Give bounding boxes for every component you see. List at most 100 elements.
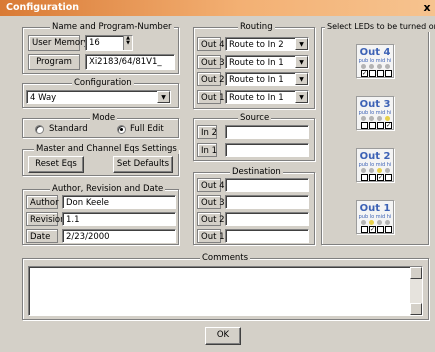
led-out4-title: Out 4 [359,47,391,58]
led-checkbox[interactable]: ✓ [369,226,376,233]
date-input[interactable]: 2/23/2000 [62,229,176,243]
led-dot [385,168,390,173]
chevron-down-icon[interactable]: ▼ [295,38,308,50]
led-out1-title: Out 1 [359,203,391,214]
led-checkbox[interactable] [385,70,392,77]
destination-out3-label: Out 3 [197,195,225,209]
led-out3-checks: ✓ [361,122,392,129]
mode-full-edit-radio[interactable] [117,125,126,134]
led-out2-dots [361,168,391,173]
user-memory-label: User Memory [28,35,89,51]
name-program-legend: Name and Program-Number [50,22,174,32]
routing-out3-value: Route to In 1 [229,58,284,68]
led-panel-out4: Out 4 pub lo mid hi ✓ [356,44,394,78]
comments-legend: Comments [200,253,251,263]
led-dot [361,64,366,69]
led-checkbox[interactable] [377,226,384,233]
source-in2-input[interactable] [225,125,309,139]
routing-legend: Routing [238,22,275,32]
routing-out3-select[interactable]: Route to In 1 ▼ [225,55,309,69]
scroll-down-icon[interactable] [410,303,422,315]
led-checkbox[interactable]: ✓ [361,70,368,77]
author-input[interactable]: Don Keele [62,195,176,209]
led-dot [377,220,382,225]
mode-standard-label[interactable]: Standard [49,124,88,135]
led-checkbox[interactable] [361,122,368,129]
reset-eqs-button[interactable]: Reset Eqs [28,156,84,173]
led-checkbox[interactable] [377,122,384,129]
configuration-value: 4 Way [30,93,57,103]
led-checkbox[interactable] [369,122,376,129]
destination-out4-label: Out 4 [197,178,225,192]
led-dot [377,116,382,121]
user-memory-spinner[interactable]: 16 ▲ ▼ [85,35,133,51]
routing-out4-label: Out 4 [197,37,225,51]
led-checkbox[interactable] [385,174,392,181]
mode-full-edit-label[interactable]: Full Edit [130,124,164,135]
led-checkbox[interactable] [377,70,384,77]
led-dot [361,168,366,173]
routing-out2-select[interactable]: Route to In 1 ▼ [225,72,309,86]
source-in1-label: In 1 [197,143,217,157]
configuration-legend: Configuration [72,78,134,88]
led-dot [361,220,366,225]
author-legend: Author, Revision and Date [50,184,166,194]
routing-out2-value: Route to In 1 [229,75,284,85]
source-legend: Source [238,113,272,123]
led-dot [385,220,390,225]
led-out1-dots [361,220,391,225]
author-label: Author [26,195,59,209]
configuration-select[interactable]: 4 Way ▼ [26,90,171,104]
destination-out2-label: Out 2 [197,212,225,226]
comments-textarea[interactable] [28,266,423,316]
led-panel-out3: Out 3 pub lo mid hi ✓ [356,96,394,130]
led-checkbox[interactable] [361,174,368,181]
set-defaults-button[interactable]: Set Defaults [113,156,173,173]
led-checkbox[interactable]: ✓ [385,122,392,129]
led-panel-out1: Out 1 pub lo mid hi ✓ [356,200,394,234]
led-checkbox[interactable]: ✓ [377,174,384,181]
program-label: Program [28,54,80,70]
spin-updown-icon[interactable]: ▲ ▼ [123,36,132,50]
program-input[interactable]: Xi2183/64/81V1_ [85,54,175,70]
revision-input[interactable]: 1.1 [62,212,176,226]
chevron-down-icon[interactable]: ▼ [295,56,308,68]
chevron-down-icon[interactable]: ▼ [295,91,308,103]
led-out2-title: Out 2 [359,151,391,162]
led-dot [361,116,366,121]
led-out3-dots [361,116,391,121]
led-dot-lit [369,220,374,225]
led-dot [377,64,382,69]
source-in2-label: In 2 [197,125,217,139]
led-dot-lit [385,116,390,121]
led-checkbox[interactable] [369,174,376,181]
led-out3-title: Out 3 [359,99,391,110]
destination-out4-input[interactable] [225,178,309,192]
chevron-down-icon[interactable]: ▼ [157,91,170,103]
led-out2-checks: ✓ [361,174,392,181]
led-checkbox[interactable] [369,70,376,77]
routing-out1-label: Out 1 [197,90,225,104]
source-in1-input[interactable] [225,143,309,157]
routing-out4-select[interactable]: Route to In 2 ▼ [225,37,309,51]
destination-out2-input[interactable] [225,212,309,226]
led-dot [385,64,390,69]
ok-button[interactable]: OK [205,327,241,345]
led-dot-lit [377,168,382,173]
routing-out4-value: Route to In 2 [229,40,284,50]
chevron-down-icon[interactable]: ▼ [295,73,308,85]
eqs-legend: Master and Channel Eqs Settings [34,144,179,154]
close-icon[interactable]: x [420,1,434,15]
led-checkbox[interactable] [385,226,392,233]
led-dot [369,116,374,121]
destination-out1-input[interactable] [225,229,309,243]
routing-out3-label: Out 3 [197,55,225,69]
comments-scrollbar[interactable] [410,267,422,315]
led-out4-checks: ✓ [361,70,392,77]
routing-out1-select[interactable]: Route to In 1 ▼ [225,90,309,104]
destination-out3-input[interactable] [225,195,309,209]
leds-legend: Select LEDs to be turned on [325,22,435,32]
mode-standard-radio[interactable] [35,125,44,134]
scroll-up-icon[interactable] [410,267,422,279]
led-checkbox[interactable] [361,226,368,233]
